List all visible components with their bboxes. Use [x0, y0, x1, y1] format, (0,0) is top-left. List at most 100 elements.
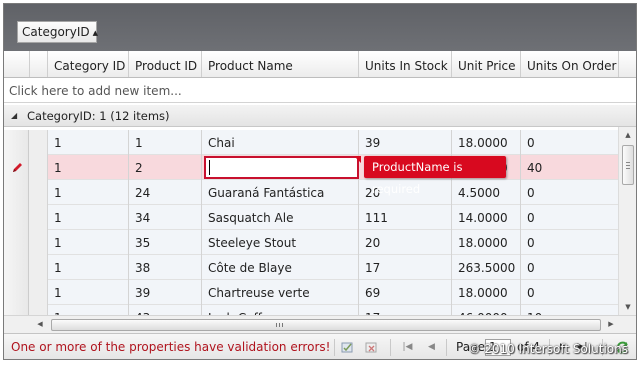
cell-units-in-stock[interactable]: 20	[358, 230, 451, 255]
cell-units-on-order[interactable]: 0	[520, 180, 618, 205]
group-header-row[interactable]: ◢ CategoryID: 1 (12 items)	[4, 105, 636, 127]
horizontal-scroll-thumb[interactable]	[51, 319, 601, 331]
cell-product-id[interactable]: 38	[128, 255, 201, 280]
column-header-label: Category ID	[54, 59, 126, 73]
row-indicator[interactable]	[4, 280, 29, 305]
cell-units-in-stock[interactable]: 17	[358, 305, 451, 315]
cell-units-in-stock[interactable]: 69	[358, 280, 451, 305]
cell-category-id[interactable]: 1	[47, 205, 128, 230]
group-by-chip-categoryid[interactable]: CategoryID ▲	[17, 21, 98, 43]
cell-category-id[interactable]: 1	[47, 180, 128, 205]
cell-category-id[interactable]: 1	[47, 230, 128, 255]
cell-product-id[interactable]: 34	[128, 205, 201, 230]
column-header-unit-price[interactable]: Unit Price	[451, 51, 520, 77]
scroll-left-icon[interactable]: ◀	[35, 319, 45, 329]
cell-product-id[interactable]: 43	[128, 305, 201, 315]
cell-units-on-order[interactable]: 0	[520, 230, 618, 255]
cell-product-id[interactable]: 39	[128, 280, 201, 305]
column-header-label: Unit Price	[458, 59, 516, 73]
row-indent	[29, 205, 47, 230]
previous-page-icon[interactable]: ◀	[424, 340, 439, 355]
cell-units-on-order[interactable]: 0	[520, 280, 618, 305]
cell-product-id[interactable]: 35	[128, 230, 201, 255]
grip-line	[626, 165, 630, 166]
header-indicator-cell	[4, 51, 29, 77]
column-header-label: Units On Order	[527, 59, 617, 73]
separator	[390, 339, 391, 356]
vertical-scroll-thumb[interactable]	[622, 145, 634, 185]
cell-unit-price[interactable]: 46.0000	[451, 305, 520, 315]
table-row[interactable]: 1 35 Steeleye Stout 20 18.0000 0	[4, 230, 618, 255]
table-row[interactable]: 143Ipoh Coffee1746.000010	[4, 305, 618, 315]
horizontal-scrollbar[interactable]: ◀ ▶	[4, 315, 636, 333]
collapse-group-icon[interactable]: ◢	[11, 105, 17, 127]
cell-units-in-stock[interactable]: 39	[358, 130, 451, 155]
cell-units-on-order[interactable]: 0	[520, 205, 618, 230]
cell-product-id[interactable]: 24	[128, 180, 201, 205]
cell-unit-price[interactable]: 14.0000	[451, 205, 520, 230]
cell-product-name[interactable]: Ipoh Coffee	[201, 305, 358, 315]
scroll-right-icon[interactable]: ▶	[606, 319, 616, 329]
row-indent	[29, 130, 47, 155]
row-indicator[interactable]	[4, 180, 29, 205]
row-indicator[interactable]	[4, 205, 29, 230]
row-indicator[interactable]	[4, 305, 29, 315]
header-indent-cell	[29, 51, 47, 77]
row-indent	[29, 305, 47, 315]
cell-product-name[interactable]: Chai	[201, 130, 358, 155]
table-row[interactable]: 124Guaraná Fantástica204.50000	[4, 180, 618, 205]
cell-category-id[interactable]: 1	[47, 280, 128, 305]
text-caret	[209, 160, 210, 175]
copyright-watermark: © 2010 Intersoft Solutions	[468, 342, 628, 356]
separator	[334, 339, 335, 356]
column-header-units-on-order[interactable]: Units On Order	[520, 51, 618, 77]
error-corner-marker	[354, 156, 361, 163]
cell-unit-price[interactable]: 4.5000	[451, 180, 520, 205]
row-indicator[interactable]	[4, 255, 29, 280]
cell-category-id[interactable]: 1	[47, 305, 128, 315]
table-row[interactable]: 1 39 Chartreuse verte 69 18.0000 0	[4, 280, 618, 305]
row-indent	[29, 180, 47, 205]
header-scroll-spacer	[618, 51, 636, 77]
cell-product-name[interactable]: Chartreuse verte	[201, 280, 358, 305]
cell-category-id[interactable]: 1	[47, 130, 128, 155]
cell-product-name[interactable]: Sasquatch Ale	[201, 205, 358, 230]
first-page-icon[interactable]: |◀	[400, 340, 415, 355]
cell-units-on-order[interactable]: 0	[520, 130, 618, 155]
column-header-product-id[interactable]: Product ID	[128, 51, 201, 77]
scroll-up-icon[interactable]: ▲	[623, 130, 633, 140]
column-header-product-name[interactable]: Product Name	[201, 51, 358, 77]
cell-units-in-stock[interactable]: 111	[358, 205, 451, 230]
cell-product-name[interactable]: Guaraná Fantástica	[201, 180, 358, 205]
cell-units-on-order[interactable]: 10	[520, 305, 618, 315]
cell-unit-price[interactable]: 18.0000	[451, 130, 520, 155]
cell-units-on-order[interactable]: 40	[520, 155, 618, 180]
save-changes-icon[interactable]	[340, 340, 355, 355]
vertical-scrollbar[interactable]: ▲ ▼	[618, 127, 636, 315]
cell-unit-price[interactable]: 18.0000	[451, 230, 520, 255]
cell-category-id[interactable]: 1	[47, 155, 128, 180]
add-new-item-row[interactable]: Click here to add new item...	[4, 78, 636, 103]
column-header-category-id[interactable]: Category ID▲	[47, 51, 128, 77]
cell-units-on-order[interactable]: 0	[520, 255, 618, 280]
cell-product-id[interactable]: 2	[128, 155, 201, 180]
table-row[interactable]: 1 38 Côte de Blaye 17 263.5000 0	[4, 255, 618, 280]
product-name-edit-field[interactable]	[204, 156, 359, 179]
cell-units-in-stock[interactable]: 17	[358, 255, 451, 280]
row-indicator[interactable]	[4, 130, 29, 155]
scroll-down-icon[interactable]: ▼	[623, 302, 633, 312]
reject-changes-icon[interactable]	[364, 340, 379, 355]
row-indicator[interactable]	[4, 230, 29, 255]
cell-product-id[interactable]: 1	[128, 130, 201, 155]
cell-unit-price[interactable]: 263.5000	[451, 255, 520, 280]
table-row[interactable]: 1 34 Sasquatch Ale 111 14.0000 0	[4, 205, 618, 230]
cell-category-id[interactable]: 1	[47, 255, 128, 280]
cell-unit-price[interactable]: 18.0000	[451, 280, 520, 305]
table-row[interactable]: 1 1 Chai 39 18.0000 0	[4, 130, 618, 155]
grip-line	[626, 162, 630, 163]
cell-product-name[interactable]: Côte de Blaye	[201, 255, 358, 280]
cell-product-name[interactable]: Steeleye Stout	[201, 230, 358, 255]
column-header-units-in-stock[interactable]: Units In Stock	[358, 51, 451, 77]
row-indent	[29, 230, 47, 255]
row-indent	[29, 155, 47, 180]
